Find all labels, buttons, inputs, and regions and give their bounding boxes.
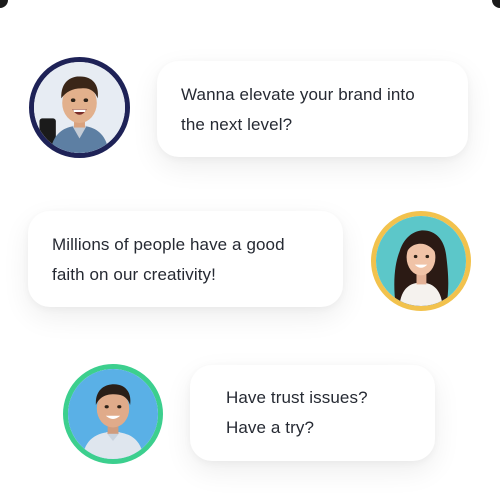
chat-bubble-1: Wanna elevate your brand into the next l… xyxy=(157,61,468,157)
corner-mark-right xyxy=(492,0,500,8)
chat-bubble-1-line-1: Wanna elevate your brand into xyxy=(181,85,415,104)
chat-bubble-3: Have trust issues? Have a try? xyxy=(190,365,435,461)
smiling-woman-avatar-icon xyxy=(376,216,466,306)
avatar-1 xyxy=(29,57,130,158)
avatar-2 xyxy=(371,211,471,311)
chat-bubble-3-line-2: Have a try? xyxy=(226,418,315,437)
smiling-man-avatar-icon xyxy=(68,369,158,459)
smiling-man-avatar-icon xyxy=(34,62,125,153)
chat-bubble-1-line-2: the next level? xyxy=(181,115,293,134)
avatar-3 xyxy=(63,364,163,464)
chat-bubble-2: Millions of people have a good faith on … xyxy=(28,211,343,307)
chat-bubble-3-line-1: Have trust issues? xyxy=(226,388,368,407)
chat-bubble-2-line-2: faith on our creativity! xyxy=(52,265,216,284)
corner-mark-left xyxy=(0,0,8,8)
chat-bubble-2-line-1: Millions of people have a good xyxy=(52,235,285,254)
